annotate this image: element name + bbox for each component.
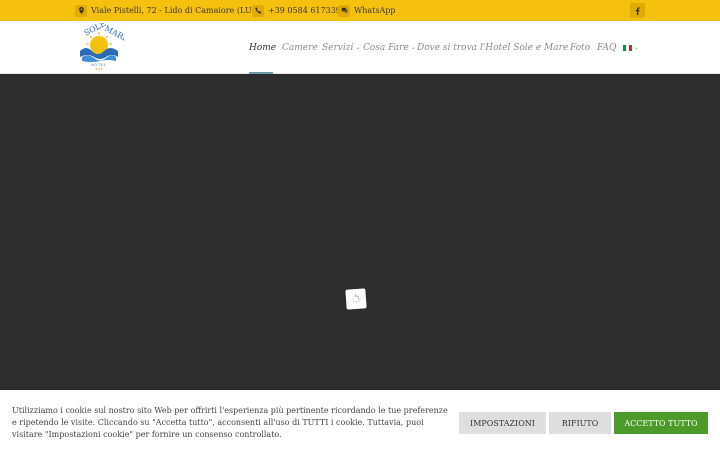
nav-item-camere[interactable]: Camere [282, 21, 318, 74]
hero-slider [0, 74, 720, 390]
nav-label: Dove si trova l'Hotel Sole e Mare [417, 42, 569, 53]
address-item: Viale Pistelli, 72 - Lido di Camaiore (L… [75, 0, 255, 21]
hotel-logo[interactable]: SOLE e MARE HOTEL ★★★ [74, 19, 130, 71]
svg-text:e: e [98, 26, 101, 32]
nav-label: Cosa Fare [363, 42, 409, 53]
nav-label: Foto [570, 42, 591, 53]
map-marker-icon [75, 4, 87, 17]
italian-flag-icon [623, 44, 632, 51]
nav-item-dove-si-trova[interactable]: Dove si trova l'Hotel Sole e Mare [417, 21, 568, 74]
whatsapp-item[interactable]: WhatsApp [338, 0, 395, 21]
nav-label: Servizi [322, 42, 354, 53]
loading-spinner-icon [345, 288, 367, 310]
phone-icon [252, 4, 264, 17]
cookie-accept-all-button[interactable]: ACCETTO TUTTO [614, 412, 708, 434]
facebook-button[interactable] [630, 3, 645, 18]
cookie-reject-button[interactable]: RIFIUTO [549, 412, 611, 434]
address-text: Viale Pistelli, 72 - Lido di Camaiore (L… [91, 6, 255, 15]
site-header: SOLE e MARE HOTEL ★★★ Home Camere Serviz… [0, 19, 720, 74]
nav-item-cosa-fare[interactable]: Cosa Fare ⌄ [363, 21, 416, 74]
chevron-down-icon: ⌄ [634, 44, 640, 51]
nav-item-foto[interactable]: Foto [570, 21, 590, 74]
phone-item[interactable]: +39 0584 617339 [252, 0, 341, 21]
cookie-message: Utilizziamo i cookie sul nostro sito Web… [12, 406, 448, 439]
nav-item-home[interactable]: Home [249, 21, 276, 74]
facebook-icon [635, 6, 640, 15]
cookie-settings-button[interactable]: IMPOSTAZIONI [459, 412, 546, 434]
nav-item-faq[interactable]: FAQ [597, 21, 616, 74]
nav-label: Home [249, 42, 277, 53]
phone-link[interactable]: +39 0584 617339 [268, 6, 341, 15]
nav-label: FAQ [597, 42, 617, 53]
language-switcher[interactable]: ⌄ [623, 44, 639, 51]
chat-icon [338, 4, 350, 17]
cookie-banner: Utilizziamo i cookie sul nostro sito Web… [0, 390, 720, 450]
whatsapp-link[interactable]: WhatsApp [354, 6, 395, 15]
chevron-down-icon: ⌄ [355, 44, 361, 51]
nav-item-servizi[interactable]: Servizi ⌄ [322, 21, 360, 74]
nav-label: Camere [282, 42, 318, 53]
svg-text:★★★: ★★★ [95, 67, 103, 71]
top-bar: Viale Pistelli, 72 - Lido di Camaiore (L… [0, 0, 720, 21]
chevron-down-icon: ⌄ [410, 44, 416, 51]
